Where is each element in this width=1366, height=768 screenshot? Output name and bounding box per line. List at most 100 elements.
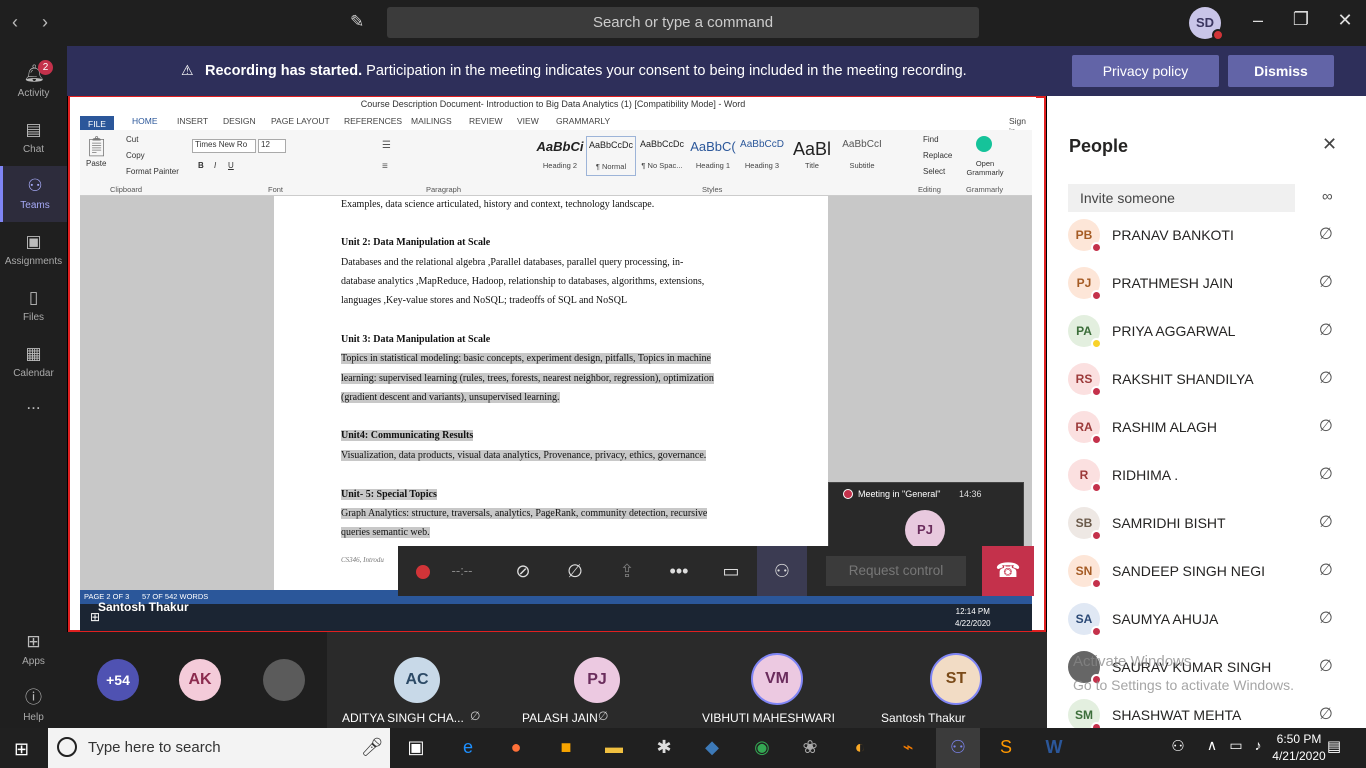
rail-calendar[interactable]: ▦ Calendar	[0, 334, 67, 390]
people-list-item[interactable]: RS RAKSHIT SHANDILYA ∅	[1047, 355, 1366, 403]
select-button[interactable]: Select	[923, 167, 945, 176]
hang-up-icon[interactable]: ☎︎	[982, 546, 1034, 596]
rail-more[interactable]: ...	[0, 392, 67, 422]
edge-icon[interactable]: e	[456, 737, 480, 758]
word-icon[interactable]: W	[1042, 737, 1066, 758]
align-left-icon[interactable]: ≡	[382, 161, 388, 172]
mic-off-icon[interactable]: ∅	[1319, 656, 1333, 676]
app-icon[interactable]: ■	[554, 737, 578, 758]
conversation-icon[interactable]: ▭	[706, 546, 756, 596]
windows-start-icon[interactable]: ⊞	[14, 739, 29, 760]
mic-off-icon[interactable]: ∅	[1319, 560, 1333, 580]
forward-arrow-icon[interactable]: ›	[42, 12, 48, 33]
word-tab-design[interactable]: DESIGN	[223, 116, 256, 126]
camera-off-icon[interactable]: ⊘	[498, 546, 548, 596]
microphone-icon[interactable]: 🎤︎	[360, 737, 384, 758]
cut-button[interactable]: Cut	[126, 135, 138, 144]
underline-icon[interactable]: U	[228, 161, 234, 170]
notifications-icon[interactable]: ▤	[1322, 737, 1346, 755]
mic-off-icon[interactable]: ∅	[1319, 464, 1333, 484]
restore-icon[interactable]: ❐	[1288, 9, 1314, 30]
bullets-icon[interactable]: ☰	[382, 140, 391, 151]
style-title[interactable]: AaBl Title	[787, 136, 837, 176]
people-list-item[interactable]: PB PRANAV BANKOTI ∅	[1047, 211, 1366, 259]
bold-icon[interactable]: B	[198, 161, 204, 170]
word-tab-references[interactable]: REFERENCES	[344, 116, 402, 126]
people-list-item[interactable]: PA PRIYA AGGARWAL ∅	[1047, 307, 1366, 355]
back-arrow-icon[interactable]: ‹	[12, 12, 18, 33]
more-actions-icon[interactable]: •••	[654, 546, 704, 596]
people-list-item[interactable]: PJ PRATHMESH JAIN ∅	[1047, 259, 1366, 307]
overflow-count[interactable]: +54	[97, 659, 139, 701]
app-icon[interactable]: ⌁	[896, 737, 920, 758]
app-icon[interactable]: ◐	[848, 737, 872, 758]
user-avatar[interactable]: SD	[1189, 7, 1224, 41]
compose-icon[interactable]: ✎	[350, 12, 370, 32]
style-subtitle[interactable]: AaBbCcI Subtitle	[837, 136, 887, 176]
tray-arrow-icon[interactable]: ∧	[1200, 737, 1224, 754]
people-icon[interactable]: ⚇	[1166, 737, 1190, 755]
rail-files[interactable]: ▯ Files	[0, 278, 67, 334]
mic-off-icon[interactable]: ∅	[1319, 608, 1333, 628]
style-heading-2[interactable]: AaBbCi Heading 2	[535, 136, 585, 176]
system-clock[interactable]: 6:50 PM 4/21/2020	[1268, 731, 1330, 765]
paint-icon[interactable]: ❀	[798, 737, 822, 758]
mic-off-icon[interactable]: ∅	[1319, 320, 1333, 340]
replace-button[interactable]: Replace	[923, 151, 952, 160]
participant-photo[interactable]	[263, 659, 305, 701]
people-list-item[interactable]: SA SAUMYA AHUJA ∅	[1047, 595, 1366, 643]
teams-icon[interactable]: ⚇	[946, 737, 970, 758]
style-no-spacing[interactable]: AaBbCcDc ¶ No Spac...	[637, 136, 687, 176]
participants-icon[interactable]: ⚇	[757, 546, 807, 596]
format-painter-button[interactable]: Format Painter	[126, 167, 179, 176]
paste-button[interactable]: Paste	[86, 159, 106, 168]
close-icon[interactable]: ✕	[1332, 10, 1358, 31]
dismiss-button[interactable]: Dismiss	[1228, 55, 1334, 87]
mic-off-icon[interactable]: ∅	[1319, 368, 1333, 388]
mic-off-icon[interactable]: ∅	[1319, 512, 1333, 532]
people-list-item[interactable]: R RIDHIMA . ∅	[1047, 451, 1366, 499]
italic-icon[interactable]: I	[214, 161, 216, 170]
task-view-icon[interactable]: ▣	[404, 737, 428, 758]
word-tab-home[interactable]: HOME	[132, 116, 158, 126]
people-list-item[interactable]: SN SANDEEP SINGH NEGI ∅	[1047, 547, 1366, 595]
style-heading-1[interactable]: AaBbC(Heading 1	[688, 136, 738, 176]
participant-avatar-pj[interactable]: PJ	[574, 657, 620, 703]
word-tab-review[interactable]: REVIEW	[469, 116, 503, 126]
request-control-button[interactable]: Request control	[826, 556, 966, 586]
file-explorer-icon[interactable]: ▬	[602, 737, 626, 758]
open-grammarly-button[interactable]: Open Grammarly	[960, 159, 1010, 177]
mic-off-icon[interactable]: ∅	[1319, 704, 1333, 724]
people-list-item[interactable]: SB SAMRIDHI BISHT ∅	[1047, 499, 1366, 547]
battery-icon[interactable]: ▭	[1224, 737, 1248, 754]
word-tab-grammarly[interactable]: GRAMMARLY	[556, 116, 610, 126]
link-icon[interactable]: ∞	[1322, 188, 1333, 205]
people-list-item[interactable]: RA RASHIM ALAGH ∅	[1047, 403, 1366, 451]
font-name-select[interactable]: Times New Ro	[192, 139, 256, 153]
word-tab-insert[interactable]: INSERT	[177, 116, 208, 126]
minimize-icon[interactable]: –	[1245, 10, 1271, 31]
sublime-icon[interactable]: S	[994, 737, 1018, 758]
font-size-select[interactable]: 12	[258, 139, 286, 153]
taskbar-search-input[interactable]: Type here to search	[48, 728, 390, 768]
participant-avatar-vm[interactable]: VM	[751, 653, 803, 705]
app-icon[interactable]: ✱	[652, 737, 676, 758]
participant-avatar-st[interactable]: ST	[930, 653, 982, 705]
style-heading-3[interactable]: AaBbCcD Heading 3	[737, 136, 787, 176]
invite-input[interactable]: Invite someone	[1068, 184, 1295, 212]
rail-teams[interactable]: ⚇ Teams	[0, 166, 67, 222]
copy-button[interactable]: Copy	[126, 151, 145, 160]
mic-off-icon[interactable]: ∅	[550, 546, 600, 596]
word-tab-view[interactable]: VIEW	[517, 116, 539, 126]
record-icon[interactable]	[398, 546, 448, 596]
mic-off-icon[interactable]: ∅	[1319, 272, 1333, 292]
rail-help[interactable]: ⓘ Help	[0, 678, 67, 734]
rail-apps[interactable]: ⊞ Apps	[0, 622, 67, 678]
style-normal[interactable]: AaBbCcDc ¶ Normal	[586, 136, 636, 176]
privacy-policy-button[interactable]: Privacy policy	[1072, 55, 1219, 87]
mic-off-icon[interactable]: ∅	[1319, 224, 1333, 244]
participant-avatar-ac[interactable]: AC	[394, 657, 440, 703]
find-button[interactable]: Find	[923, 135, 939, 144]
close-panel-icon[interactable]: ✕	[1322, 134, 1337, 155]
share-icon[interactable]: ⇪	[602, 546, 652, 596]
